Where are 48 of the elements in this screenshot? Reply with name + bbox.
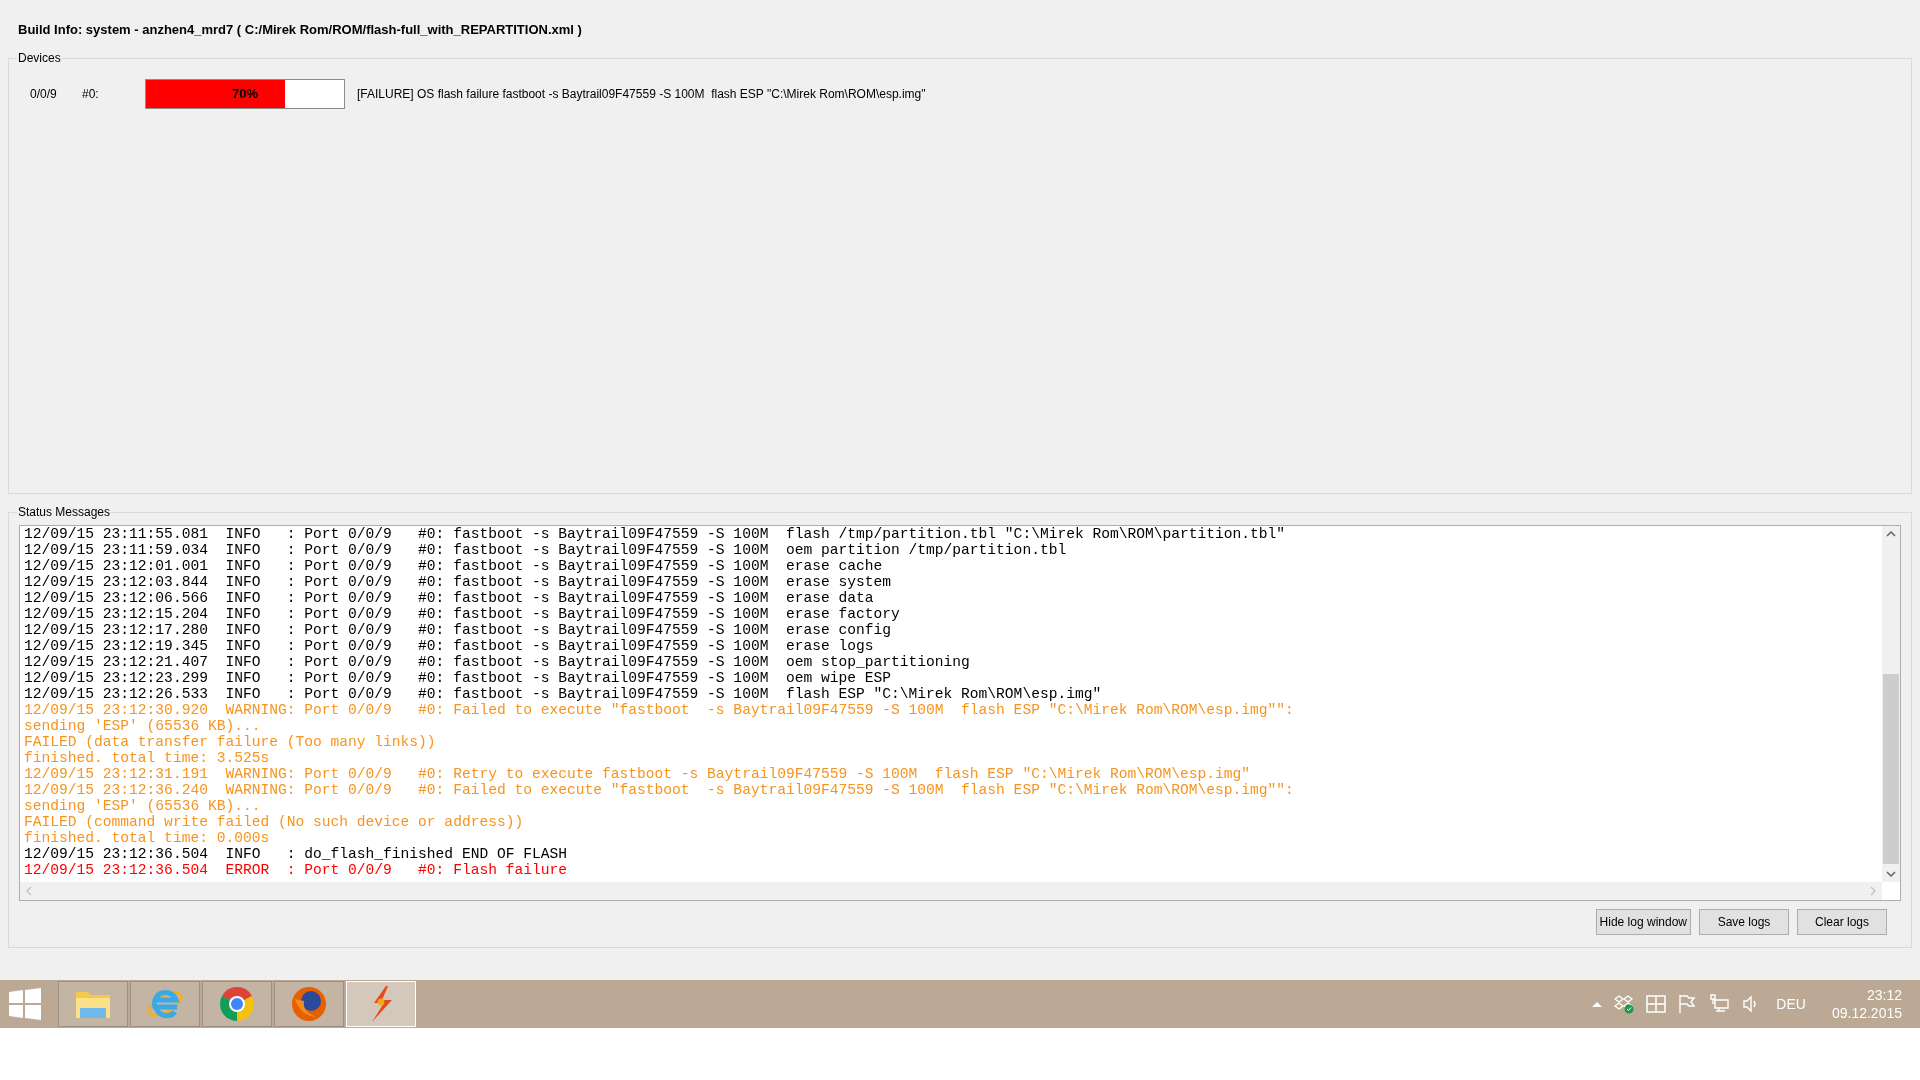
log-line: 12/09/15 23:12:26.533 INFO : Port 0/0/9 #0: fastboot -s Baytrail09F47559 -S 100M flash ESP "C:\Mirek Rom\ROM\esp.img" — [24, 686, 1103, 702]
log-line: finished. total time: 3.525s — [24, 750, 271, 766]
log-line: 12/09/15 23:12:36.240 WARNING: Port 0/0/9 #0: Failed to execute "fastboot -s Baytrail09F47559 -S 100M flash ESP "C:\Mirek Rom\ROM\esp.img"": — [24, 782, 1295, 798]
horizontal-scrollbar[interactable] — [20, 882, 1882, 900]
log-line: 12/09/15 23:12:21.407 INFO : Port 0/0/9 #0: fastboot -s Baytrail09F47559 -S 100M oem stop_partitioning — [24, 654, 971, 670]
log-line: sending 'ESP' (65536 KB)... — [24, 798, 262, 814]
log-line: sending 'ESP' (65536 KB)... — [24, 718, 262, 734]
log-line: 12/09/15 23:12:03.844 INFO : Port 0/0/9 #0: fastboot -s Baytrail09F47559 -S 100M erase system — [24, 574, 892, 590]
log-line: 12/09/15 23:12:17.280 INFO : Port 0/0/9 #0: fastboot -s Baytrail09F47559 -S 100M erase config — [24, 622, 892, 638]
progress-percent: 70% — [231, 85, 259, 104]
log-line: FAILED (command write failed (No such device or address)) — [24, 814, 525, 830]
start-icon[interactable] — [8, 987, 42, 1021]
log-line: finished. total time: 0.000s — [24, 830, 271, 846]
device-index: #0: — [82, 86, 100, 103]
log-line: 12/09/15 23:12:15.204 INFO : Port 0/0/9 #0: fastboot -s Baytrail09F47559 -S 100M erase factory — [24, 606, 901, 622]
box-sync-icon[interactable] — [1614, 994, 1635, 1014]
device-port: 0/0/9 — [30, 86, 58, 103]
windows-icon[interactable] — [1646, 994, 1667, 1014]
scroll-up-icon[interactable] — [1886, 530, 1896, 538]
log-line: FAILED (data transfer failure (Too many links)) — [24, 734, 437, 750]
log-line: 12/09/15 23:11:59.034 INFO : Port 0/0/9 #0: fastboot -s Baytrail09F47559 -S 100M oem partition /tmp/partition.tbl — [24, 542, 1068, 558]
log-button[interactable]: Hide log window — [1595, 909, 1691, 935]
taskbar-app-button[interactable] — [274, 981, 344, 1027]
taskbar-app-button[interactable] — [58, 981, 128, 1027]
network-icon[interactable] — [1708, 994, 1731, 1014]
log-line: 12/09/15 23:11:55.081 INFO : Port 0/0/9 #0: fastboot -s Baytrail09F47559 -S 100M flash /tmp/partition.tbl "C:\Mirek Rom\ROM\partition.tbl" — [24, 526, 1287, 542]
log-line: 12/09/15 23:12:36.504 ERROR : Port 0/0/9 #0: Flash failure — [24, 862, 568, 878]
log-line: 12/09/15 23:12:06.566 INFO : Port 0/0/9 #0: fastboot -s Baytrail09F47559 -S 100M erase data — [24, 590, 875, 606]
scroll-right-icon[interactable] — [1870, 886, 1876, 896]
vertical-scrollbar[interactable] — [1882, 526, 1900, 882]
scroll-left-icon[interactable] — [26, 886, 32, 896]
scrollbar-thumb[interactable] — [1883, 674, 1899, 864]
log-line: 12/09/15 23:12:36.504 INFO : do_flash_finished END OF FLASH — [24, 846, 568, 862]
fox-globe-icon — [290, 985, 328, 1023]
browser-circle-icon — [218, 985, 256, 1023]
log-line: 12/09/15 23:12:19.345 INFO : Port 0/0/9 #0: fastboot -s Baytrail09F47559 -S 100M erase logs — [24, 638, 875, 654]
build-info: Build Info: system - anzhen4_mrd7 ( C:/Mirek Rom/ROM/flash-full_with_REPARTITION.xml ) — [18, 21, 583, 38]
log-line: 12/09/15 23:12:30.920 WARNING: Port 0/0/9 #0: Failed to execute "fastboot -s Baytrail09F47559 -S 100M flash ESP "C:\Mirek Rom\ROM\esp.img"": — [24, 702, 1295, 718]
scroll-down-icon[interactable] — [1886, 870, 1896, 878]
device-status: [FAILURE] OS flash failure fastboot -s Baytrail09F47559 -S 100M flash ESP "C:\Mirek Rom\ROM\esp.img" — [357, 86, 926, 103]
log-line: 12/09/15 23:12:31.191 WARNING: Port 0/0/9 #0: Retry to execute fastboot -s Baytrail09F47559 -S 100M flash ESP "C:\Mirek Rom\ROM\esp.img" — [24, 766, 1252, 782]
log-button[interactable]: Clear logs — [1797, 909, 1887, 935]
taskbar-app-button[interactable] — [202, 981, 272, 1027]
log-line: 12/09/15 23:12:01.001 INFO : Port 0/0/9 #0: fastboot -s Baytrail09F47559 -S 100M erase cache — [24, 558, 884, 574]
log-line: 12/09/15 23:12:23.299 INFO : Port 0/0/9 #0: fastboot -s Baytrail09F47559 -S 100M oem wipe ESP — [24, 670, 892, 686]
log-button[interactable]: Save logs — [1699, 909, 1789, 935]
flag-icon[interactable] — [1678, 994, 1697, 1014]
show-hidden-icons-icon[interactable] — [1592, 1001, 1603, 1007]
